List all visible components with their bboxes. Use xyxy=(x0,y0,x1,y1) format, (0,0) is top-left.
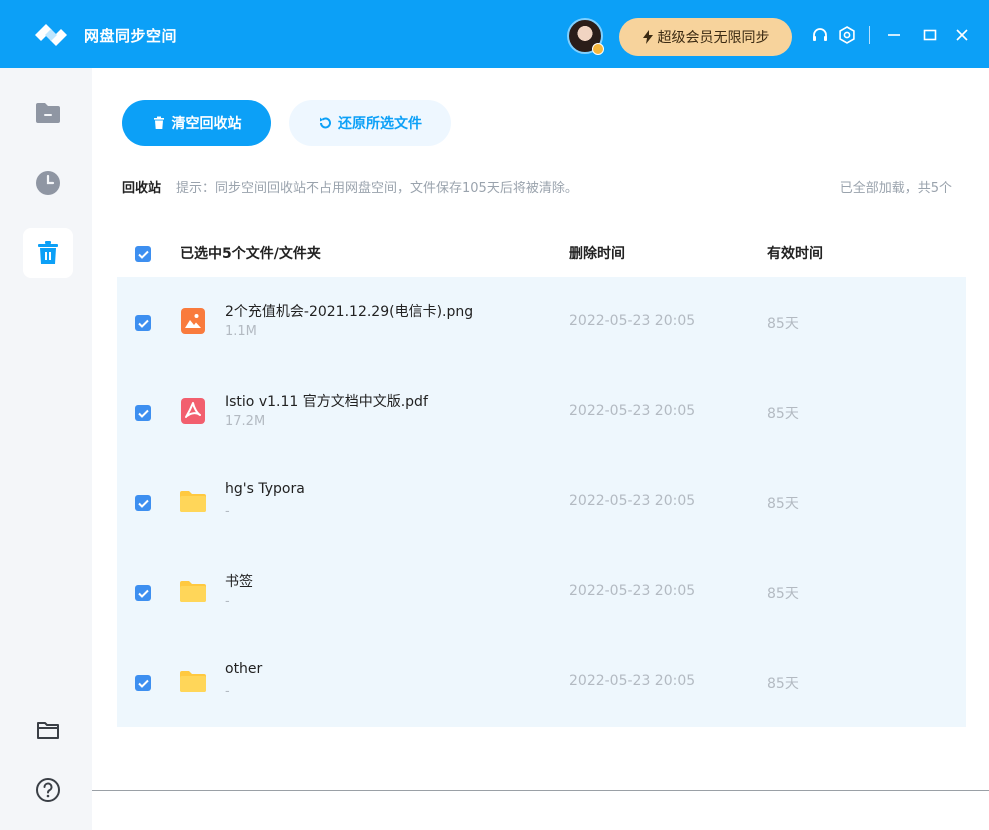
folder-icon xyxy=(180,581,206,602)
deleted-time: 2022-05-23 20:05 xyxy=(569,583,696,599)
check-icon xyxy=(137,499,149,508)
sidebar-item-recent[interactable] xyxy=(23,158,73,208)
vip-upgrade-button[interactable]: 超级会员无限同步 xyxy=(619,18,792,56)
deleted-time: 2022-05-23 20:05 xyxy=(569,493,696,509)
check-icon xyxy=(137,319,149,328)
valid-time: 85天 xyxy=(767,316,799,332)
logo-icon xyxy=(35,24,67,46)
valid-time: 85天 xyxy=(767,676,799,692)
restore-label: 还原所选文件 xyxy=(338,116,422,132)
file-name: other xyxy=(225,661,263,677)
row-checkbox[interactable] xyxy=(135,675,151,691)
file-name: Istio v1.11 官方文档中文版.pdf xyxy=(225,394,428,410)
sidebar-item-files[interactable] xyxy=(23,88,73,138)
empty-trash-label: 清空回收站 xyxy=(171,116,242,132)
file-name: 书签 xyxy=(225,574,253,590)
settings-icon[interactable] xyxy=(838,26,856,44)
check-icon xyxy=(137,250,149,259)
valid-time: 85天 xyxy=(767,496,799,512)
valid-time: 85天 xyxy=(767,586,799,602)
check-icon xyxy=(137,409,149,418)
loaded-count: 已全部加载，共5个 xyxy=(839,181,952,196)
maximize-icon[interactable] xyxy=(921,26,939,44)
vip-badge-icon xyxy=(592,43,604,55)
minimize-icon[interactable] xyxy=(885,26,903,44)
trash-icon xyxy=(38,241,58,264)
column-header-valid: 有效时间 xyxy=(767,246,823,262)
lightning-icon xyxy=(642,30,653,44)
column-header-name: 已选中5个文件/文件夹 xyxy=(180,246,321,262)
folder-icon xyxy=(180,671,206,692)
breadcrumb: 回收站 xyxy=(122,181,162,196)
row-checkbox[interactable] xyxy=(135,495,151,511)
check-icon xyxy=(137,679,149,688)
file-size: - xyxy=(225,594,230,609)
deleted-time: 2022-05-23 20:05 xyxy=(569,403,696,419)
title-separator xyxy=(869,26,870,44)
vip-label: 超级会员无限同步 xyxy=(657,30,770,46)
retention-tip: 提示：同步空间回收站不占用网盘空间，文件保存105天后将被清除。 xyxy=(176,181,578,196)
deleted-time: 2022-05-23 20:05 xyxy=(569,673,696,689)
table-row[interactable]: 2个充值机会-2021.12.29(电信卡).png 1.1M 2022-05-… xyxy=(117,277,966,367)
select-all-checkbox[interactable] xyxy=(135,246,151,262)
restore-icon xyxy=(320,117,331,129)
deleted-time: 2022-05-23 20:05 xyxy=(569,313,696,329)
table-row[interactable]: Istio v1.11 官方文档中文版.pdf 17.2M 2022-05-23… xyxy=(117,367,966,457)
bottom-divider xyxy=(92,790,989,791)
image-file-icon xyxy=(181,308,205,334)
help-icon[interactable] xyxy=(34,776,62,804)
trash-icon xyxy=(153,116,164,129)
row-checkbox[interactable] xyxy=(135,405,151,421)
title-bar: 网盘同步空间 超级会员无限同步 xyxy=(0,0,989,68)
folder-icon xyxy=(36,103,60,123)
valid-time: 85天 xyxy=(767,406,799,422)
file-name: hg's Typora xyxy=(225,481,305,497)
file-size: 1.1M xyxy=(225,324,257,339)
check-icon xyxy=(137,589,149,598)
column-header-deleted: 删除时间 xyxy=(569,246,625,262)
file-size: 17.2M xyxy=(225,414,266,429)
close-icon[interactable] xyxy=(953,26,971,44)
sidebar-item-trash[interactable] xyxy=(23,228,73,278)
file-size: - xyxy=(225,504,230,519)
file-size: - xyxy=(225,684,230,699)
folder-icon xyxy=(180,491,206,512)
table-row[interactable]: 书签 - 2022-05-23 20:05 85天 xyxy=(117,547,966,637)
row-checkbox[interactable] xyxy=(135,585,151,601)
headset-icon[interactable] xyxy=(811,26,829,44)
table-row[interactable]: other - 2022-05-23 20:05 85天 xyxy=(117,637,966,727)
file-name: 2个充值机会-2021.12.29(电信卡).png xyxy=(225,304,474,320)
empty-trash-button[interactable]: 清空回收站 xyxy=(122,100,271,146)
table-row[interactable]: hg's Typora - 2022-05-23 20:05 85天 xyxy=(117,457,966,547)
pdf-file-icon xyxy=(181,398,205,424)
restore-selected-button[interactable]: 还原所选文件 xyxy=(289,100,451,146)
open-folder-icon[interactable] xyxy=(34,716,62,744)
file-list: 2个充值机会-2021.12.29(电信卡).png 1.1M 2022-05-… xyxy=(117,277,966,727)
app-title: 网盘同步空间 xyxy=(84,27,178,45)
row-checkbox[interactable] xyxy=(135,315,151,331)
clock-icon xyxy=(36,171,60,195)
sidebar xyxy=(0,68,92,830)
